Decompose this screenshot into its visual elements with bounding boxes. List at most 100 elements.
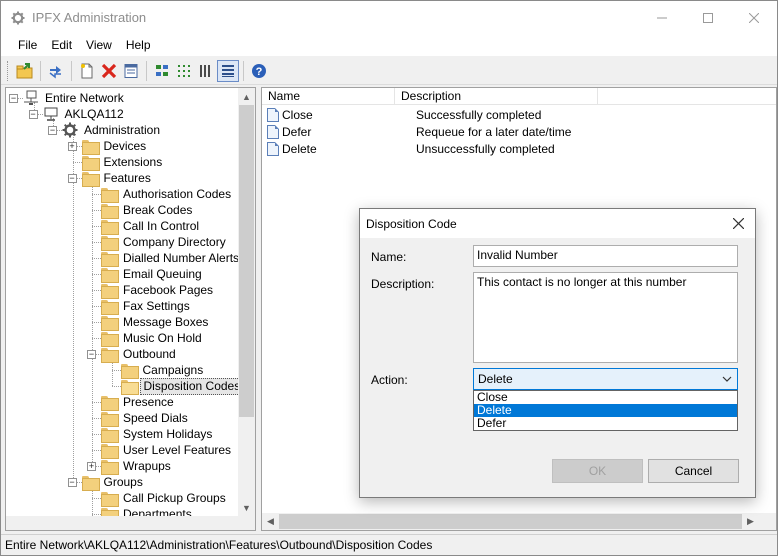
open-folder-icon	[16, 62, 33, 78]
tree-item-groups[interactable]: Groups	[81, 474, 146, 491]
refresh-icon	[49, 65, 61, 79]
folder-icon	[101, 299, 119, 315]
collapse-icon[interactable]: −	[67, 174, 77, 183]
toolbar-grip[interactable]	[7, 60, 10, 81]
menu-help[interactable]: Help	[119, 36, 158, 54]
expand-icon[interactable]: +	[87, 462, 96, 471]
tree-vertical-scrollbar[interactable]: ▲ ▼	[238, 88, 255, 516]
menu-file[interactable]: File	[11, 36, 44, 54]
list-item[interactable]: Close Successfully completed	[262, 106, 772, 123]
scroll-up-icon[interactable]: ▲	[238, 88, 255, 105]
action-select[interactable]: Delete	[473, 368, 738, 390]
expand-icon[interactable]: +	[67, 142, 77, 151]
tree-item-extensions[interactable]: Extensions	[81, 154, 166, 171]
tree-item-authorisation-codes[interactable]: Authorisation Codes	[101, 186, 234, 203]
tree-item-system-holidays[interactable]: System Holidays	[101, 426, 215, 443]
minimize-button[interactable]	[639, 1, 685, 34]
collapse-icon[interactable]: −	[87, 350, 96, 359]
delete-icon	[101, 63, 117, 78]
tree-item-dialled-number-alerts[interactable]: Dialled Number Alerts	[101, 250, 242, 267]
list-item-name: Delete	[282, 141, 317, 156]
tree-connector	[92, 226, 101, 227]
tree-item-features[interactable]: Features	[81, 170, 154, 187]
chevron-down-icon	[721, 373, 733, 385]
collapse-icon[interactable]: −	[28, 110, 38, 119]
maximize-button[interactable]	[685, 1, 731, 34]
close-button[interactable]	[731, 1, 777, 34]
tree-item-label: Presence	[123, 394, 174, 409]
tree-item-administration[interactable]: Administration	[62, 122, 163, 138]
small-icons-view-button[interactable]	[173, 60, 195, 82]
dialog-close-button[interactable]	[721, 209, 755, 238]
tree-item-user-level-features[interactable]: User Level Features	[101, 442, 234, 459]
collapse-icon[interactable]: −	[48, 126, 57, 135]
tree-item-email-queuing[interactable]: Email Queuing	[101, 266, 205, 283]
tree-item-label: Speed Dials	[123, 410, 188, 425]
computer-icon	[43, 106, 59, 122]
tree-item-outbound[interactable]: Outbound	[101, 346, 179, 363]
cancel-button[interactable]: Cancel	[648, 459, 739, 483]
tree-item-call-in-control[interactable]: Call In Control	[101, 218, 202, 235]
tree-item-disposition-codes[interactable]: Disposition Codes	[120, 377, 245, 395]
tree-item-call-pickup-groups[interactable]: Call Pickup Groups	[101, 490, 229, 507]
folder-open-icon	[120, 379, 139, 395]
new-item-button[interactable]	[76, 60, 98, 82]
tree-item-music-on-hold[interactable]: Music On Hold	[101, 330, 205, 347]
action-option-defer[interactable]: Defer	[474, 417, 737, 430]
tree-item-campaigns[interactable]: Campaigns	[120, 362, 207, 379]
tree-connector	[72, 162, 82, 163]
tree-connector	[92, 274, 101, 275]
navigation-tree[interactable]: Entire Network − AKLQA112− Administration − D…	[5, 87, 256, 531]
help-button[interactable]: ?	[248, 60, 270, 82]
scroll-thumb[interactable]	[279, 514, 742, 529]
name-field[interactable]: Invalid Number	[473, 245, 738, 267]
action-option-close[interactable]: Close	[474, 391, 737, 404]
folder-icon	[101, 347, 119, 363]
ok-button[interactable]: OK	[552, 459, 643, 483]
tree-item-aklqa112[interactable]: AKLQA112	[43, 106, 127, 122]
refresh-button[interactable]	[45, 60, 67, 82]
folder-icon	[101, 283, 119, 299]
tree-item-label: Extensions	[103, 154, 163, 169]
column-header-name[interactable]: Name	[262, 88, 395, 105]
status-path: Entire Network\AKLQA112\Administration\F…	[5, 538, 433, 552]
tree-item-company-directory[interactable]: Company Directory	[101, 234, 229, 251]
tree-item-devices[interactable]: Devices	[81, 138, 150, 155]
action-option-delete[interactable]: Delete	[474, 404, 737, 417]
scroll-left-icon[interactable]: ◀	[262, 513, 279, 530]
description-field[interactable]: This contact is no longer at this number	[473, 272, 738, 363]
tree-item-message-boxes[interactable]: Message Boxes	[101, 314, 211, 331]
tree-item-label: Wrapups	[123, 458, 171, 473]
list-view-button[interactable]	[195, 60, 217, 82]
properties-button[interactable]	[120, 60, 142, 82]
tree-connector	[111, 370, 121, 371]
tree-connector	[92, 258, 101, 259]
tree-item-label: Administration	[84, 122, 161, 137]
tree-horizontal-scrollbar[interactable]	[6, 516, 255, 530]
tree-item-entire-network[interactable]: Entire Network	[23, 90, 127, 106]
tree-item-presence[interactable]: Presence	[101, 394, 177, 411]
tree-item-break-codes[interactable]: Break Codes	[101, 202, 195, 219]
menu-view[interactable]: View	[79, 36, 119, 54]
tree-item-fax-settings[interactable]: Fax Settings	[101, 298, 193, 315]
delete-button[interactable]	[98, 60, 120, 82]
collapse-icon[interactable]: −	[9, 94, 18, 103]
tree-item-label: Company Directory	[123, 234, 226, 249]
list-horizontal-scrollbar[interactable]: ◀ ▶	[262, 513, 776, 530]
collapse-icon[interactable]: −	[67, 478, 77, 487]
details-view-button[interactable]	[217, 59, 239, 82]
list-item[interactable]: Defer Requeue for a later date/time	[262, 123, 772, 140]
large-icons-view-button[interactable]	[151, 60, 173, 82]
scroll-thumb[interactable]	[239, 105, 254, 417]
scroll-down-icon[interactable]: ▼	[238, 499, 255, 516]
tree-item-wrapups[interactable]: Wrapups	[101, 458, 174, 475]
tree-item-speed-dials[interactable]: Speed Dials	[101, 410, 191, 427]
open-folder-button[interactable]	[14, 60, 36, 82]
scroll-right-icon[interactable]: ▶	[742, 513, 759, 530]
menu-edit[interactable]: Edit	[44, 36, 79, 54]
list-item[interactable]: Delete Unsuccessfully completed	[262, 140, 772, 157]
tree-item-label: Outbound	[123, 346, 176, 361]
column-header-description[interactable]: Description	[395, 88, 598, 105]
tree-item-facebook-pages[interactable]: Facebook Pages	[101, 282, 216, 299]
minimize-icon	[657, 17, 667, 18]
